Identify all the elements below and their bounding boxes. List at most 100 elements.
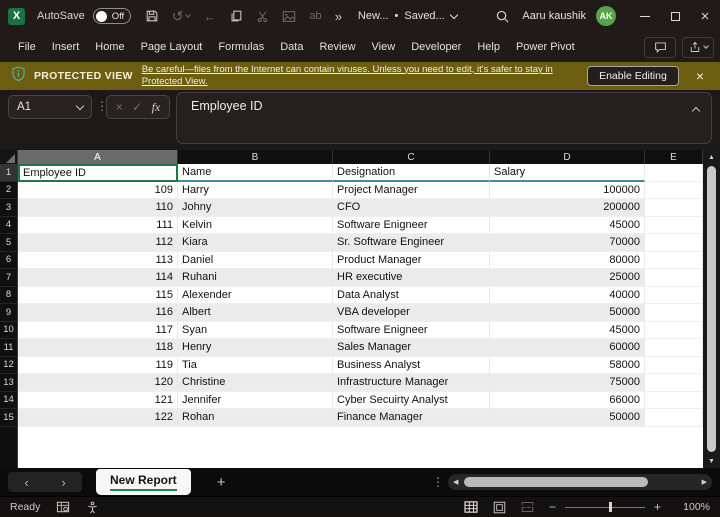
- scroll-down-icon[interactable]: ▼: [708, 454, 715, 468]
- cell-empty[interactable]: [645, 322, 703, 340]
- row-number[interactable]: 15: [0, 409, 18, 427]
- cell-name[interactable]: Daniel: [178, 252, 333, 270]
- row-number[interactable]: 3: [0, 199, 18, 217]
- autosave-toggle[interactable]: Off: [93, 8, 131, 24]
- cell-employee-id[interactable]: 120: [18, 374, 178, 392]
- cell-name[interactable]: Albert: [178, 304, 333, 322]
- cell-designation[interactable]: HR executive: [333, 269, 490, 287]
- more-commands-icon[interactable]: »: [335, 10, 342, 23]
- cell-employee-id[interactable]: 111: [18, 217, 178, 235]
- column-header-a[interactable]: A: [18, 150, 178, 164]
- cell-empty[interactable]: [645, 374, 703, 392]
- close-button[interactable]: ×: [690, 0, 720, 32]
- cell-salary[interactable]: 58000: [490, 357, 645, 375]
- cell-name[interactable]: Jennifer: [178, 392, 333, 410]
- scroll-up-icon[interactable]: ▲: [708, 150, 715, 164]
- cell-designation[interactable]: Software Enigneer: [333, 217, 490, 235]
- cell-employee-id[interactable]: 121: [18, 392, 178, 410]
- sheet-tab-new-report[interactable]: New Report: [96, 469, 191, 495]
- cell-employee-id[interactable]: 118: [18, 339, 178, 357]
- row-number[interactable]: 13: [0, 374, 18, 392]
- cell-empty[interactable]: [645, 287, 703, 305]
- page-break-view-icon[interactable]: [521, 501, 534, 513]
- cell-empty[interactable]: [645, 252, 703, 270]
- column-header-e[interactable]: E: [645, 150, 703, 164]
- cell-designation[interactable]: Software Enigneer: [333, 322, 490, 340]
- cell-designation[interactable]: Infrastructure Manager: [333, 374, 490, 392]
- row-number[interactable]: 11: [0, 339, 18, 357]
- cell-name[interactable]: Rohan: [178, 409, 333, 427]
- add-sheet-icon[interactable]: +: [217, 474, 226, 491]
- cell-salary-header[interactable]: Salary: [490, 164, 645, 182]
- tab-data[interactable]: Data: [272, 35, 311, 59]
- row-number[interactable]: 4: [0, 217, 18, 235]
- cell-salary[interactable]: 70000: [490, 234, 645, 252]
- cell-name[interactable]: Harry: [178, 182, 333, 200]
- select-all-button[interactable]: [0, 150, 18, 164]
- cell-salary[interactable]: 80000: [490, 252, 645, 270]
- search-icon[interactable]: [495, 9, 510, 24]
- copy-icon[interactable]: [229, 9, 243, 23]
- cell-employee-id[interactable]: 112: [18, 234, 178, 252]
- protected-view-message[interactable]: Be careful—files from the Internet can c…: [142, 64, 578, 89]
- cell-employee-id[interactable]: 114: [18, 269, 178, 287]
- cell-designation[interactable]: Project Manager: [333, 182, 490, 200]
- cell-name[interactable]: Kiara: [178, 234, 333, 252]
- zoom-level[interactable]: 100%: [676, 501, 710, 513]
- cell-designation[interactable]: Cyber Secuirty Analyst: [333, 392, 490, 410]
- cell-designation[interactable]: Data Analyst: [333, 287, 490, 305]
- macro-record-icon[interactable]: [56, 501, 70, 513]
- column-header-d[interactable]: D: [490, 150, 645, 164]
- horizontal-scroll-thumb[interactable]: [464, 477, 647, 487]
- enter-icon[interactable]: ✓: [132, 100, 142, 114]
- row-number[interactable]: 2: [0, 182, 18, 200]
- row-number[interactable]: 1: [0, 164, 18, 182]
- row-number[interactable]: 12: [0, 357, 18, 375]
- row-number[interactable]: 14: [0, 392, 18, 410]
- tab-insert[interactable]: Insert: [44, 35, 88, 59]
- undo-icon[interactable]: ↺: [172, 9, 191, 23]
- cell-empty[interactable]: [645, 304, 703, 322]
- insert-function-icon[interactable]: fx: [152, 100, 161, 115]
- cell-employee-id[interactable]: 122: [18, 409, 178, 427]
- cell-salary[interactable]: 40000: [490, 287, 645, 305]
- tab-home[interactable]: Home: [87, 35, 132, 59]
- zoom-slider-thumb[interactable]: [609, 502, 612, 512]
- cell-name[interactable]: Christine: [178, 374, 333, 392]
- back-icon[interactable]: ←: [203, 10, 216, 23]
- tab-view[interactable]: View: [364, 35, 404, 59]
- cell-name[interactable]: Kelvin: [178, 217, 333, 235]
- vertical-scroll-thumb[interactable]: [707, 166, 716, 452]
- row-number[interactable]: 5: [0, 234, 18, 252]
- user-name[interactable]: Aaru kaushik: [522, 10, 586, 22]
- cell-salary[interactable]: 45000: [490, 217, 645, 235]
- cell-salary[interactable]: 45000: [490, 322, 645, 340]
- comments-button[interactable]: [644, 37, 676, 58]
- row-number[interactable]: 9: [0, 304, 18, 322]
- cut-icon[interactable]: [256, 10, 269, 23]
- row-number[interactable]: 6: [0, 252, 18, 270]
- collapse-formula-bar-icon[interactable]: [692, 107, 700, 115]
- cell-employee-id[interactable]: 119: [18, 357, 178, 375]
- minimize-button[interactable]: [630, 0, 660, 32]
- cell-name[interactable]: Tia: [178, 357, 333, 375]
- close-icon[interactable]: ×: [688, 68, 712, 84]
- cell-empty[interactable]: [645, 234, 703, 252]
- tab-formulas[interactable]: Formulas: [210, 35, 272, 59]
- zoom-slider[interactable]: [565, 502, 645, 512]
- cell-empty[interactable]: [645, 357, 703, 375]
- zoom-out-icon[interactable]: −: [549, 500, 556, 514]
- zoom-in-icon[interactable]: +: [654, 500, 661, 514]
- cell-name[interactable]: Henry: [178, 339, 333, 357]
- cell-employee-id[interactable]: 113: [18, 252, 178, 270]
- cell-name[interactable]: Johny: [178, 199, 333, 217]
- normal-view-icon[interactable]: [464, 501, 478, 513]
- prev-sheet-icon[interactable]: ‹: [24, 475, 28, 490]
- cell-name[interactable]: Syan: [178, 322, 333, 340]
- cell-designation[interactable]: VBA developer: [333, 304, 490, 322]
- page-layout-view-icon[interactable]: [493, 501, 506, 514]
- column-header-b[interactable]: B: [178, 150, 333, 164]
- cell-empty[interactable]: [645, 392, 703, 410]
- column-header-c[interactable]: C: [333, 150, 490, 164]
- cell-salary[interactable]: 100000: [490, 182, 645, 200]
